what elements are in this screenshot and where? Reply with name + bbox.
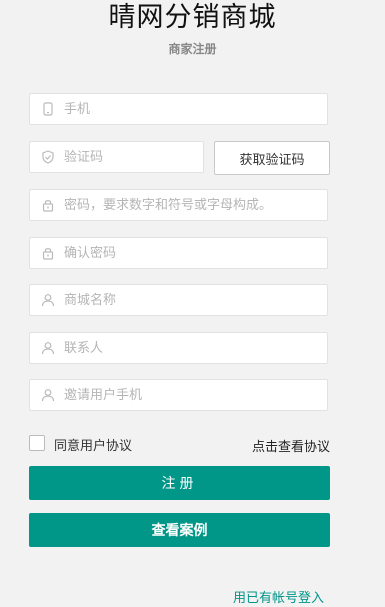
- lock-icon: [42, 200, 54, 212]
- phone-field[interactable]: [29, 93, 328, 125]
- phone-input[interactable]: [64, 94, 317, 124]
- inviter-phone-field[interactable]: [29, 379, 328, 411]
- login-link[interactable]: 用已有帐号登入: [233, 587, 324, 606]
- contact-field[interactable]: [29, 332, 328, 364]
- get-code-button[interactable]: 获取验证码: [214, 141, 330, 175]
- contact-input[interactable]: [64, 333, 317, 363]
- password-field[interactable]: [29, 189, 328, 221]
- agree-label[interactable]: 同意用户协议: [54, 435, 132, 454]
- page-title: 晴网分销商城: [108, 2, 277, 33]
- code-field[interactable]: [29, 141, 204, 173]
- view-cases-button[interactable]: 查看案例: [29, 513, 330, 547]
- lock-icon: [42, 248, 54, 260]
- password-input[interactable]: [64, 190, 317, 220]
- register-button[interactable]: 注册: [29, 466, 330, 500]
- shop-name-input[interactable]: [64, 285, 317, 315]
- code-input[interactable]: [64, 142, 193, 172]
- agree-checkbox[interactable]: [29, 435, 45, 451]
- user-icon: [41, 294, 55, 307]
- user-icon: [41, 342, 55, 355]
- page-subtitle: 商家注册: [168, 42, 217, 56]
- phone-icon: [43, 102, 53, 116]
- shield-icon: [42, 150, 54, 164]
- shop-name-field[interactable]: [29, 284, 328, 316]
- confirm-password-field[interactable]: [29, 237, 328, 269]
- confirm-password-input[interactable]: [64, 238, 317, 268]
- agree-row: 同意用户协议 点击查看协议: [29, 433, 330, 455]
- view-protocol-link[interactable]: 点击查看协议: [252, 436, 330, 455]
- inviter-phone-input[interactable]: [64, 380, 317, 410]
- user-icon: [41, 389, 55, 402]
